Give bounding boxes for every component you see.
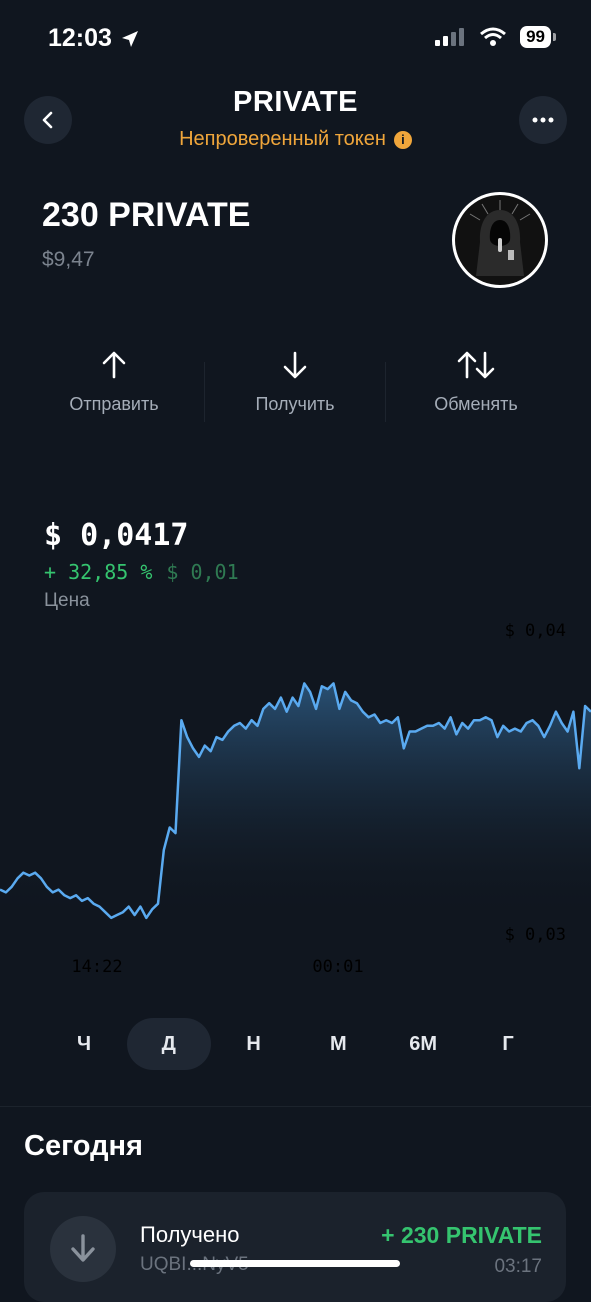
period-6month-button[interactable]: 6М	[381, 1018, 465, 1070]
status-indicators: 99	[434, 26, 556, 48]
period-hour-button[interactable]: Ч	[42, 1018, 126, 1070]
price-label: Цена	[44, 590, 90, 611]
swap-action-button[interactable]: Обменять	[386, 350, 566, 422]
status-time: 12:03	[48, 24, 140, 53]
transaction-item[interactable]: Получено UQBI...NyV5 + 230 PRIVATE 03:17	[24, 1192, 566, 1302]
send-label: Отправить	[69, 394, 159, 414]
transaction-time: 03:17	[494, 1256, 542, 1277]
wifi-icon	[480, 27, 507, 46]
swap-label: Обменять	[434, 394, 518, 414]
price-change: + 32,85 % $ 0,01	[44, 560, 239, 584]
history-section-title: Сегодня	[24, 1130, 143, 1162]
token-logo	[452, 192, 548, 288]
battery-indicator: 99	[520, 26, 556, 48]
period-week-button[interactable]: Н	[212, 1018, 296, 1070]
hooded-figure-logo-icon	[455, 195, 545, 285]
transaction-title: Получено	[140, 1222, 240, 1247]
period-month-button[interactable]: М	[296, 1018, 380, 1070]
token-price: $ 0,0417	[44, 518, 189, 553]
price-change-absolute: $ 0,01	[166, 560, 239, 584]
period-year-button[interactable]: Г	[466, 1018, 550, 1070]
chart-area-fill	[0, 683, 591, 920]
status-time-text: 12:03	[48, 24, 112, 52]
receive-label: Получить	[255, 394, 335, 414]
arrow-down-icon	[71, 1234, 95, 1262]
chart-period-selector: Ч Д Н М 6М Г	[42, 1018, 550, 1070]
receive-action-button[interactable]: Получить	[205, 350, 385, 422]
x-axis-label: 00:01	[312, 957, 363, 977]
period-day-button[interactable]: Д	[126, 1018, 211, 1070]
y-axis-bottom-label: $ 0,03	[505, 925, 566, 945]
x-axis-label: 14:22	[71, 957, 122, 977]
price-chart[interactable]: $ 0,04 $ 0,03 14:22 00:01	[0, 610, 591, 980]
unverified-token-label: Непроверенный токен	[179, 128, 386, 150]
transaction-icon	[50, 1216, 116, 1282]
page-title: PRIVATE	[233, 86, 358, 118]
section-divider	[0, 1106, 591, 1107]
arrow-down-icon	[283, 351, 307, 379]
send-action-button[interactable]: Отправить	[24, 350, 204, 422]
location-arrow-icon	[121, 30, 138, 47]
token-balance-usd: $9,47	[42, 248, 95, 271]
token-actions: Отправить Получить Обменять	[24, 350, 566, 422]
info-icon: i	[393, 130, 412, 149]
more-dots-icon	[532, 117, 554, 123]
price-change-percent: + 32,85 %	[44, 560, 153, 584]
transaction-amount: + 230 PRIVATE	[381, 1222, 542, 1248]
more-options-button[interactable]	[519, 96, 567, 144]
cellular-signal-icon	[435, 28, 465, 46]
home-indicator	[190, 1260, 400, 1267]
swap-icon	[457, 351, 495, 379]
y-axis-top-label: $ 0,04	[505, 621, 566, 641]
token-balance: 230 PRIVATE	[42, 196, 251, 234]
arrow-up-icon	[102, 351, 126, 379]
unverified-token-warning[interactable]: Непроверенный токен i	[0, 128, 591, 151]
